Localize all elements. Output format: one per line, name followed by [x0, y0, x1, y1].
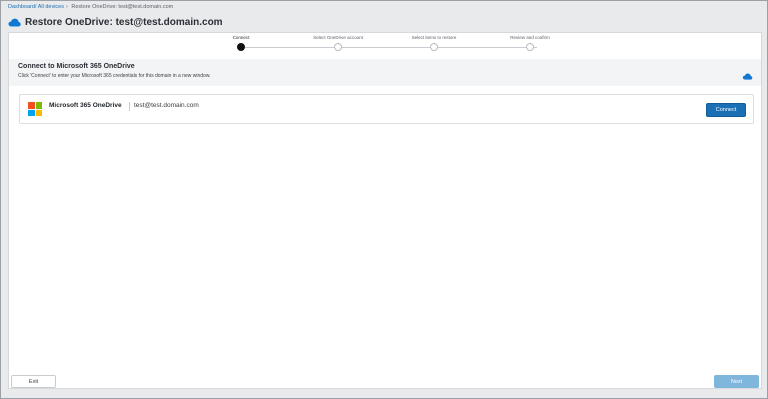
connect-button[interactable]: Connect — [706, 103, 746, 117]
onedrive-cloud-icon — [8, 18, 21, 27]
account-card: Microsoft 365 OneDrive test@test.domain.… — [19, 94, 754, 124]
microsoft-logo-icon — [28, 102, 42, 116]
step-indicator-review — [526, 43, 534, 51]
step-indicator-connect — [237, 43, 245, 51]
step-label-review: Review and confirm — [510, 35, 550, 40]
wizard-footer: Exit Next — [8, 374, 762, 390]
breadcrumb-chevron: › — [65, 4, 68, 10]
page-header: Restore OneDrive: test@test.domain.com — [8, 15, 223, 29]
wizard-stepper: Connect Select OneDrive account Select i… — [9, 33, 761, 59]
breadcrumb: Dashboard/ All devices › Restore OneDrive… — [8, 4, 173, 10]
wizard-panel: Connect Select OneDrive account Select i… — [8, 32, 762, 389]
step-label-select-account: Select OneDrive account — [313, 35, 363, 40]
account-email: test@test.domain.com — [134, 102, 199, 109]
breadcrumb-separator: / — [34, 4, 37, 10]
microsoft-logo-green — [35, 102, 42, 109]
card-divider — [129, 102, 130, 111]
product-name: Microsoft 365 OneDrive — [49, 102, 122, 109]
step-label-connect: Connect — [232, 35, 250, 40]
app-window: Dashboard/ All devices › Restore OneDrive… — [0, 0, 768, 399]
connect-section-header: Connect to Microsoft 365 OneDrive Click … — [9, 59, 761, 86]
breadcrumb-current: Restore OneDrive: test@test.domain.com — [71, 4, 174, 10]
next-button[interactable]: Next — [714, 375, 759, 388]
microsoft-logo-red — [28, 102, 35, 109]
section-description: Click 'Connect' to enter your Microsoft … — [18, 73, 211, 79]
microsoft-logo-yellow — [35, 109, 42, 116]
exit-button[interactable]: Exit — [11, 375, 56, 388]
microsoft-logo-blue — [28, 109, 35, 116]
section-title: Connect to Microsoft 365 OneDrive — [18, 63, 135, 70]
stepper-track — [245, 47, 537, 48]
step-indicator-select-account — [334, 43, 342, 51]
onedrive-cloud-icon — [742, 67, 753, 85]
breadcrumb-link-dashboard[interactable]: Dashboard — [8, 4, 35, 10]
step-label-select-items: Select items to restore — [411, 35, 457, 40]
step-indicator-select-items — [430, 43, 438, 51]
breadcrumb-link-all-devices[interactable]: All devices — [38, 4, 64, 10]
page-title: Restore OneDrive: test@test.domain.com — [25, 16, 223, 28]
